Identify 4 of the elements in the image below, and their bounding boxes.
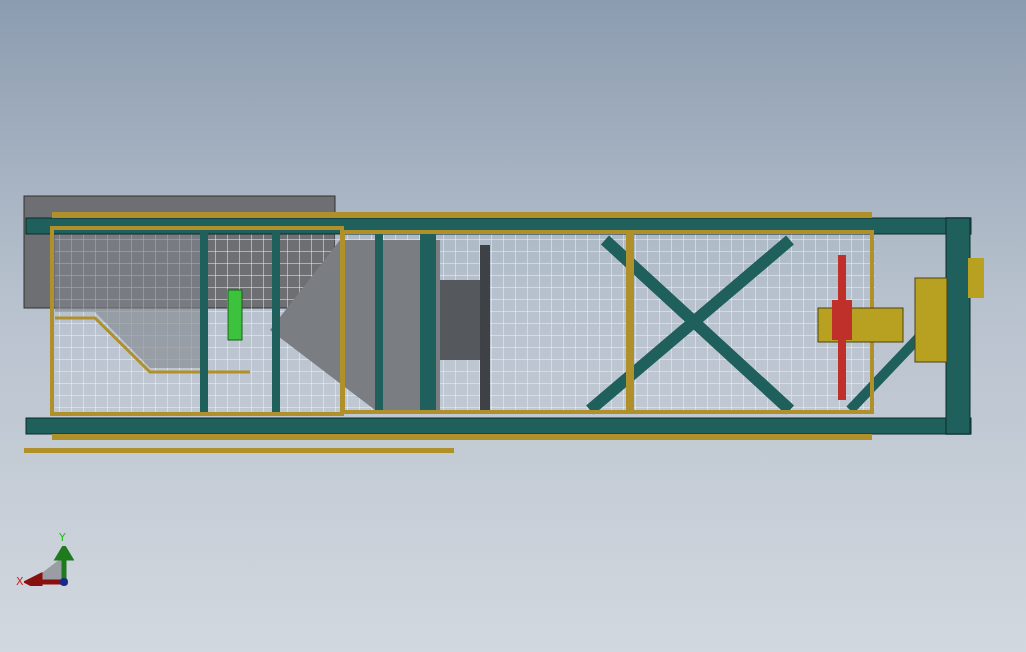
- x-axis-label: X: [16, 576, 24, 588]
- axis-triad-icon: [24, 546, 74, 586]
- y-axis-label: Y: [59, 532, 66, 544]
- model-viewport[interactable]: Y X: [0, 0, 1026, 652]
